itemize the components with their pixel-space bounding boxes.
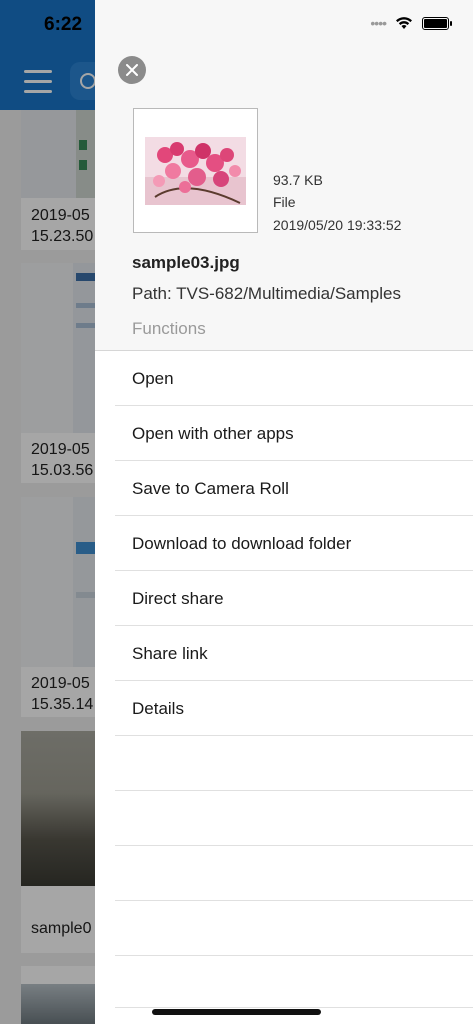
menu-item-label: Open: [132, 369, 174, 388]
menu-item-empty: [115, 736, 473, 791]
file-size: 93.7 KB: [273, 172, 323, 188]
file-date: 2019/05/20 19:33:52: [273, 217, 402, 233]
menu-item-label: Open with other apps: [132, 424, 294, 443]
file-name: sample03.jpg: [132, 253, 240, 272]
menu-item-details[interactable]: Details: [115, 681, 473, 736]
menu-item-share-link[interactable]: Share link: [115, 626, 473, 681]
signal-icon: ••••: [370, 15, 387, 31]
file-kind: File: [273, 194, 296, 210]
close-button[interactable]: [118, 56, 146, 84]
close-icon: [126, 64, 138, 76]
menu-item-label: Share link: [132, 644, 208, 663]
menu-item-save-to-camera-roll[interactable]: Save to Camera Roll: [115, 461, 473, 516]
file-info-header: •••• 93.7 KB File 2019/05/20 19:33:52 sa…: [95, 0, 473, 351]
menu-item-empty: [115, 901, 473, 956]
menu-item-empty: [115, 956, 473, 1008]
menu-item-empty: [115, 791, 473, 846]
menu-item-label: Direct share: [132, 589, 224, 608]
functions-menu: Open Open with other apps Save to Camera…: [115, 351, 473, 1008]
status-icons: ••••: [370, 15, 452, 31]
wifi-icon: [396, 17, 412, 29]
menu-item-label: Details: [132, 699, 184, 718]
home-indicator[interactable]: [152, 1009, 321, 1015]
menu-item-direct-share[interactable]: Direct share: [115, 571, 473, 626]
menu-item-download[interactable]: Download to download folder: [115, 516, 473, 571]
battery-icon: [422, 16, 452, 30]
functions-section-label: Functions: [132, 319, 206, 338]
menu-item-label: Download to download folder: [132, 534, 352, 553]
menu-item-label: Save to Camera Roll: [132, 479, 289, 498]
menu-item-open-with-other-apps[interactable]: Open with other apps: [115, 406, 473, 461]
file-path: Path: TVS-682/Multimedia/Samples: [132, 284, 401, 303]
menu-item-empty: [115, 846, 473, 901]
menu-item-open[interactable]: Open: [115, 351, 473, 406]
file-preview[interactable]: [133, 108, 258, 233]
file-actions-drawer: •••• 93.7 KB File 2019/05/20 19:33:52 sa…: [95, 0, 473, 1024]
preview-image: [145, 137, 246, 205]
